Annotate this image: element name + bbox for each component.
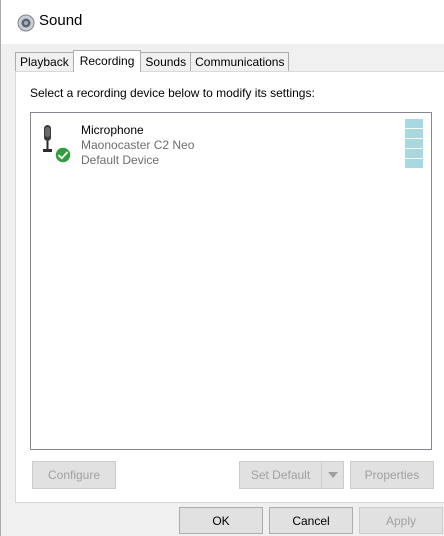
window-title: Sound — [39, 12, 83, 29]
device-name: Microphone — [81, 123, 144, 137]
default-check-icon — [54, 146, 72, 164]
device-model: Maonocaster C2 Neo — [81, 138, 195, 152]
tab-sounds[interactable]: Sounds — [140, 52, 192, 72]
tab-recording[interactable]: Recording — [72, 50, 142, 72]
title-bar: Sound — [1, 0, 444, 44]
level-meter-bar — [405, 119, 423, 128]
device-status: Default Device — [81, 153, 160, 167]
recording-panel: Select a recording device below to modif… — [15, 71, 444, 503]
ok-button[interactable]: OK — [179, 507, 263, 534]
configure-button[interactable]: Configure — [32, 461, 116, 489]
tab-communications[interactable]: Communications — [190, 52, 290, 72]
cancel-button[interactable]: Cancel — [269, 507, 353, 534]
set-default-dropdown[interactable] — [321, 462, 343, 488]
device-list[interactable]: Microphone Maonocaster C2 Neo Default De… — [30, 112, 432, 450]
level-meter-bar — [405, 139, 423, 148]
speaker-icon — [17, 14, 35, 32]
properties-button[interactable]: Properties — [350, 461, 434, 489]
instruction-text: Select a recording device below to modif… — [30, 86, 315, 100]
set-default-button[interactable]: Set Default — [240, 462, 321, 488]
set-default-split-button[interactable]: Set Default — [239, 461, 344, 489]
level-meter-bar — [405, 149, 423, 158]
apply-button[interactable]: Apply — [359, 507, 443, 534]
device-item-microphone[interactable]: Microphone Maonocaster C2 Neo Default De… — [31, 113, 431, 173]
level-meter-bar — [405, 129, 423, 138]
chevron-down-icon — [327, 472, 338, 478]
sound-dialog: Sound Playback Recording Sounds Communic… — [0, 0, 444, 536]
tab-strip: Playback Recording Sounds Communications — [15, 50, 290, 72]
tab-playback[interactable]: Playback — [15, 52, 74, 72]
level-meter-bar — [405, 159, 423, 168]
level-meter — [405, 119, 423, 169]
